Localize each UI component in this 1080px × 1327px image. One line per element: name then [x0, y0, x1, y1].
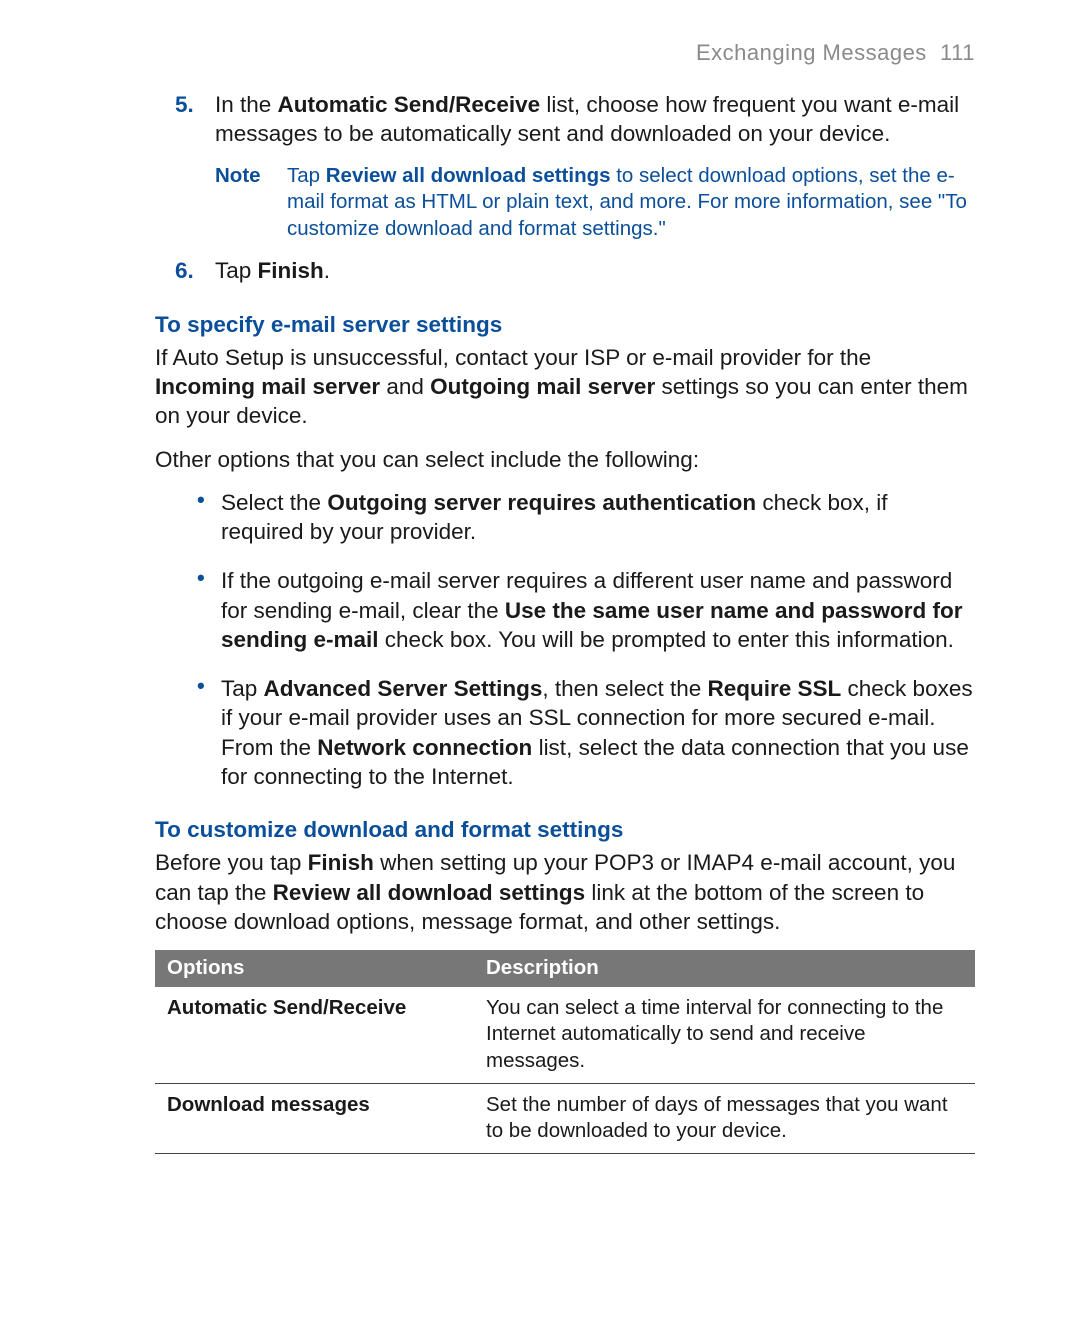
- bold-text: Review all download settings: [326, 164, 611, 187]
- heading-server-settings: To specify e-mail server settings: [155, 310, 975, 339]
- table-header-row: Options Description: [155, 950, 975, 987]
- list-item: Tap Advanced Server Settings, then selec…: [197, 674, 975, 791]
- step-5: 5. In the Automatic Send/Receive list, c…: [155, 90, 975, 149]
- text: and: [380, 374, 430, 399]
- note-block: Note Tap Review all download settings to…: [155, 163, 975, 243]
- list-item: If the outgoing e-mail server requires a…: [197, 566, 975, 654]
- running-header: Exchanging Messages 111: [0, 40, 1080, 66]
- step-text: In the Automatic Send/Receive list, choo…: [215, 90, 975, 149]
- text: Before you tap: [155, 850, 308, 875]
- text: If Auto Setup is unsuccessful, contact y…: [155, 345, 871, 370]
- text: check box. You will be prompted to enter…: [379, 627, 954, 652]
- bold-text: Outgoing mail server: [430, 374, 655, 399]
- option-name: Download messages: [155, 1083, 474, 1153]
- step-text: Tap Finish.: [215, 256, 975, 285]
- bold-text: Network connection: [317, 735, 532, 760]
- paragraph: If Auto Setup is unsuccessful, contact y…: [155, 343, 975, 431]
- option-description: Set the number of days of messages that …: [474, 1083, 975, 1153]
- heading-customize-settings: To customize download and format setting…: [155, 815, 975, 844]
- table-row: Download messages Set the number of days…: [155, 1083, 975, 1153]
- step-number: 5.: [175, 90, 215, 149]
- option-name: Automatic Send/Receive: [155, 987, 474, 1083]
- page-content: 5. In the Automatic Send/Receive list, c…: [0, 90, 1080, 1154]
- text: , then select the: [542, 676, 707, 701]
- text: Tap: [221, 676, 264, 701]
- bold-text: Incoming mail server: [155, 374, 380, 399]
- table-row: Automatic Send/Receive You can select a …: [155, 987, 975, 1083]
- text: Select the: [221, 490, 327, 515]
- page: Exchanging Messages 111 5. In the Automa…: [0, 0, 1080, 1327]
- bold-text: Automatic Send/Receive: [278, 92, 541, 117]
- table-header-description: Description: [474, 950, 975, 987]
- text: In the: [215, 92, 278, 117]
- bold-text: Finish: [258, 258, 324, 283]
- note-label: Note: [215, 163, 279, 243]
- text: Tap: [287, 164, 326, 187]
- paragraph: Other options that you can select includ…: [155, 445, 975, 474]
- bold-text: Require SSL: [708, 676, 842, 701]
- bold-text: Advanced Server Settings: [264, 676, 543, 701]
- table-header-options: Options: [155, 950, 474, 987]
- option-description: You can select a time interval for conne…: [474, 987, 975, 1083]
- bold-text: Review all download settings: [273, 880, 586, 905]
- section-title: Exchanging Messages: [696, 40, 927, 65]
- bold-text: Finish: [308, 850, 374, 875]
- text: Tap: [215, 258, 258, 283]
- text: .: [324, 258, 330, 283]
- options-table: Options Description Automatic Send/Recei…: [155, 950, 975, 1154]
- bullet-list: Select the Outgoing server requires auth…: [155, 488, 975, 791]
- page-number: 111: [940, 40, 975, 65]
- paragraph: Before you tap Finish when setting up yo…: [155, 848, 975, 936]
- step-number: 6.: [175, 256, 215, 285]
- bold-text: Outgoing server requires authentication: [327, 490, 756, 515]
- step-6: 6. Tap Finish.: [155, 256, 975, 285]
- note-text: Tap Review all download settings to sele…: [287, 163, 975, 243]
- list-item: Select the Outgoing server requires auth…: [197, 488, 975, 547]
